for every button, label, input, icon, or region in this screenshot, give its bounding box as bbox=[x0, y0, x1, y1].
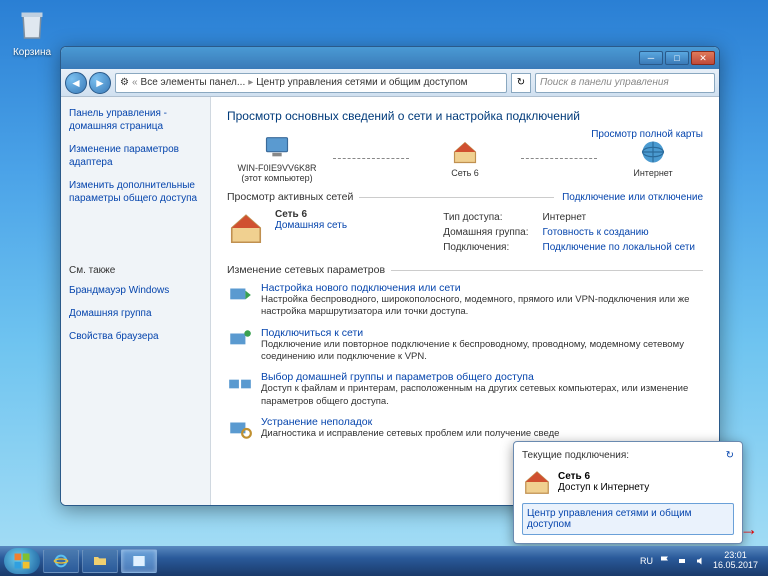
tray-lang[interactable]: RU bbox=[640, 556, 653, 566]
house-icon bbox=[522, 467, 552, 497]
taskbar: RU 23:0116.05.2017 bbox=[0, 546, 768, 576]
forward-button[interactable]: ► bbox=[89, 72, 111, 94]
flag-icon[interactable] bbox=[659, 555, 671, 567]
sidebar-home[interactable]: Панель управления - домашняя страница bbox=[69, 107, 202, 133]
window-icon bbox=[131, 553, 147, 569]
node-network: Сеть 6 bbox=[415, 138, 515, 178]
sidebar-sharing[interactable]: Изменить дополнительные параметры общего… bbox=[69, 179, 202, 205]
sidebar-firewall[interactable]: Брандмауэр Windows bbox=[69, 284, 202, 297]
breadcrumb[interactable]: ⚙ « Все элементы панел... ▸ Центр управл… bbox=[115, 73, 507, 93]
recycle-bin[interactable]: Корзина bbox=[8, 8, 56, 58]
sidebar-browser[interactable]: Свойства браузера bbox=[69, 330, 202, 343]
search-input[interactable]: Поиск в панели управления bbox=[535, 73, 715, 93]
start-button[interactable] bbox=[4, 548, 40, 574]
see-also-label: См. также bbox=[69, 265, 202, 276]
active-network: Сеть 6 Домашняя сеть Тип доступа:Интерне… bbox=[227, 209, 703, 256]
change-settings-label: Изменение сетевых параметров bbox=[227, 264, 385, 276]
task-homegroup: Выбор домашней группы и параметров общег… bbox=[227, 371, 703, 408]
node-internet: Интернет bbox=[603, 138, 703, 178]
troubleshoot-icon bbox=[227, 416, 253, 442]
maximize-button[interactable]: □ bbox=[665, 51, 689, 65]
network-map: Просмотр полной карты WIN-F0IE9VV6K8R(эт… bbox=[227, 133, 703, 183]
refresh-icon[interactable]: ↻ bbox=[726, 450, 734, 461]
house-icon bbox=[451, 138, 479, 166]
task-connect: Подключиться к сетиПодключение или повто… bbox=[227, 327, 703, 364]
popup-title: Текущие подключения: bbox=[522, 450, 629, 461]
titlebar: ─ □ ✕ bbox=[61, 47, 719, 69]
connect-icon bbox=[227, 327, 253, 353]
system-tray: RU 23:0116.05.2017 bbox=[640, 551, 764, 571]
task-new-connection: Настройка нового подключения или сетиНас… bbox=[227, 282, 703, 319]
house-icon bbox=[227, 209, 265, 256]
connection-link[interactable]: Подключение по локальной сети bbox=[537, 241, 702, 254]
refresh-button[interactable]: ↻ bbox=[511, 73, 531, 93]
homegroup-link[interactable]: Готовность к созданию bbox=[537, 226, 702, 239]
network-type-link[interactable]: Домашняя сеть bbox=[275, 220, 347, 231]
taskbar-explorer[interactable] bbox=[82, 549, 118, 573]
windows-icon bbox=[13, 552, 31, 570]
minimize-button[interactable]: ─ bbox=[639, 51, 663, 65]
trash-icon bbox=[14, 8, 50, 44]
connect-disconnect-link[interactable]: Подключение или отключение bbox=[562, 192, 703, 203]
popup-network[interactable]: Сеть 6Доступ к Интернету bbox=[522, 467, 734, 497]
popup-center-link[interactable]: Центр управления сетями и общим доступом bbox=[522, 503, 734, 535]
ie-icon bbox=[53, 553, 69, 569]
homegroup-icon bbox=[227, 371, 253, 397]
sidebar-adapter[interactable]: Изменение параметров адаптера bbox=[69, 143, 202, 169]
close-button[interactable]: ✕ bbox=[691, 51, 715, 65]
back-button[interactable]: ◄ bbox=[65, 72, 87, 94]
recycle-bin-label: Корзина bbox=[8, 47, 56, 58]
network-popup: Текущие подключения: ↻ Сеть 6Доступ к Ин… bbox=[513, 441, 743, 544]
sidebar: Панель управления - домашняя страница Из… bbox=[61, 97, 211, 505]
taskbar-ie[interactable] bbox=[43, 549, 79, 573]
computer-icon bbox=[263, 133, 291, 161]
full-map-link[interactable]: Просмотр полной карты bbox=[591, 129, 703, 140]
taskbar-control-panel[interactable] bbox=[121, 549, 157, 573]
node-pc: WIN-F0IE9VV6K8R(этот компьютер) bbox=[227, 133, 327, 183]
control-panel-window: ─ □ ✕ ◄ ► ⚙ « Все элементы панел... ▸ Це… bbox=[60, 46, 720, 506]
control-panel-icon: ⚙ bbox=[120, 77, 129, 88]
page-title: Просмотр основных сведений о сети и наст… bbox=[227, 109, 703, 123]
folder-icon bbox=[92, 553, 108, 569]
task-troubleshoot: Устранение неполадокДиагностика и исправ… bbox=[227, 416, 703, 442]
wizard-icon bbox=[227, 282, 253, 308]
address-bar: ◄ ► ⚙ « Все элементы панел... ▸ Центр уп… bbox=[61, 69, 719, 97]
sidebar-homegroup[interactable]: Домашняя группа bbox=[69, 307, 202, 320]
volume-icon[interactable] bbox=[695, 555, 707, 567]
active-networks-label: Просмотр активных сетей bbox=[227, 191, 353, 203]
clock[interactable]: 23:0116.05.2017 bbox=[713, 551, 758, 571]
network-tray-icon[interactable] bbox=[677, 555, 689, 567]
globe-icon bbox=[639, 138, 667, 166]
